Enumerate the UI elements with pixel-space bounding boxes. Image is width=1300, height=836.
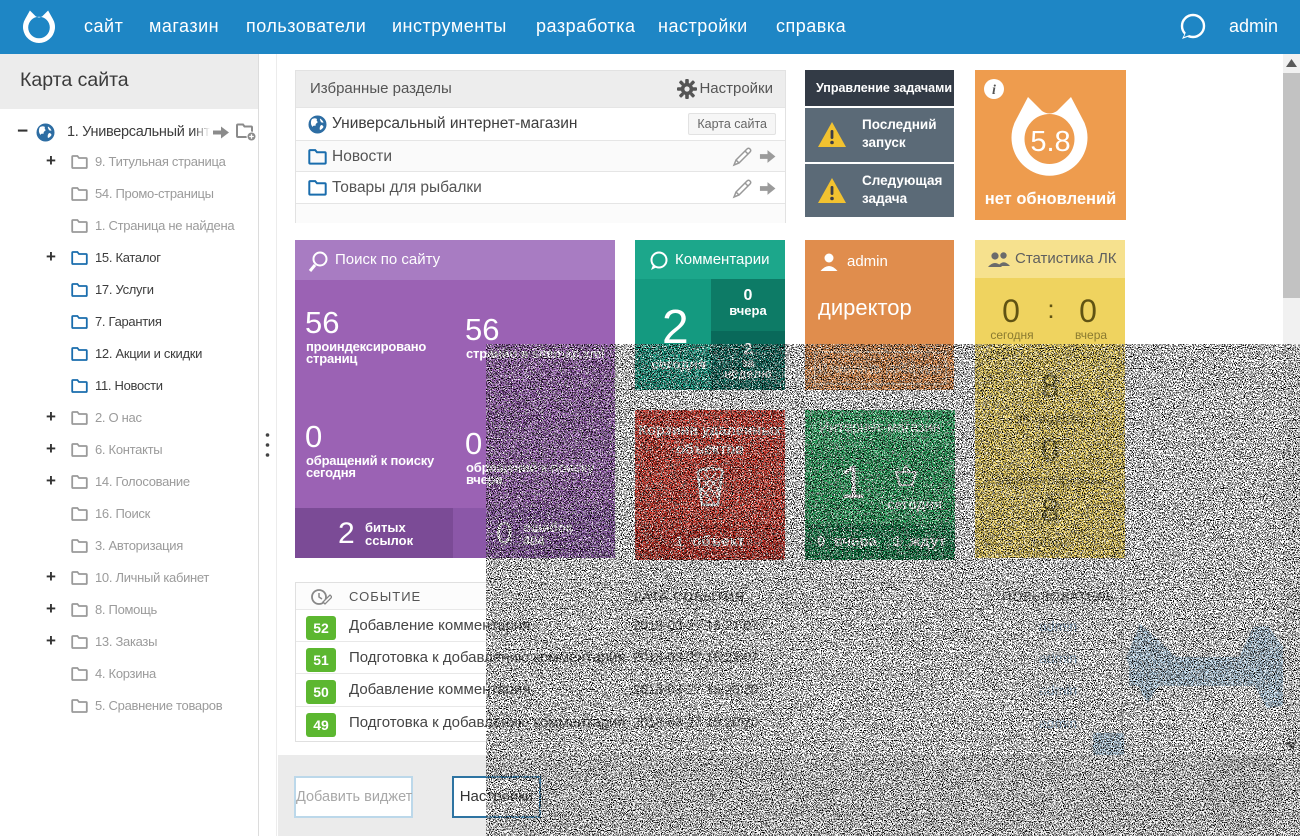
svg-text:i: i	[992, 83, 996, 98]
